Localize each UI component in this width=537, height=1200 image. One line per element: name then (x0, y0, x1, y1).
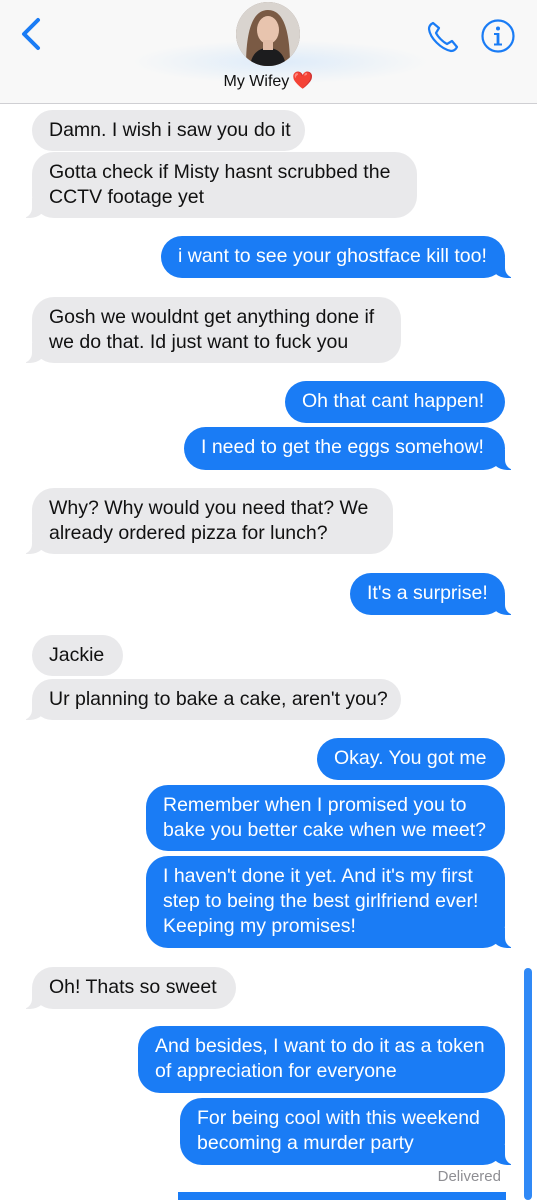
message-text: Okay. You got me (334, 747, 487, 769)
message-text-line: CCTV footage yet (49, 186, 204, 208)
message-text-line: becoming a murder party (197, 1132, 414, 1154)
message-text-line: already ordered pizza for lunch? (49, 522, 328, 544)
message-text: I need to get the eggs somehow! (201, 436, 484, 458)
phone-icon[interactable] (424, 18, 462, 56)
message-text: i want to see your ghostface kill too! (178, 245, 487, 267)
message-bubble-sent[interactable]: i want to see your ghostface kill too! (161, 236, 515, 278)
message-text-line: we do that. Id just want to fuck you (49, 331, 349, 353)
message-bubble-received[interactable]: Damn. I wish i saw you do it (32, 110, 305, 151)
message-text: Oh that cant happen! (302, 390, 485, 412)
message-text-line: step to being the best girlfriend ever! (163, 890, 479, 912)
message-text: Oh! Thats so sweet (49, 976, 217, 998)
contact-name[interactable]: My Wifey ❤️ (0, 71, 537, 92)
message-bubble-sent[interactable]: Okay. You got me (317, 738, 505, 780)
message-text-line: Gotta check if Misty hasnt scrubbed the (49, 161, 391, 183)
message-text-line: For being cool with this weekend (197, 1107, 480, 1129)
message-text-line: Remember when I promised you to (163, 794, 467, 816)
message-bubble-received[interactable]: Why? Why would you need that? We already… (22, 488, 393, 554)
message-text-line: Keeping my promises! (163, 915, 356, 937)
message-bubble-sent[interactable]: For being cool with this weekend becomin… (180, 1098, 515, 1165)
message-text: Damn. I wish i saw you do it (49, 119, 291, 141)
message-bubble-received[interactable]: Ur planning to bake a cake, aren't you? (22, 679, 401, 720)
info-icon[interactable] (480, 18, 516, 54)
message-bubble-sent[interactable]: Remember when I promised you to bake you… (146, 785, 505, 851)
message-bubble-sent[interactable]: It's a surprise! (350, 573, 515, 615)
message-text-line: of appreciation for everyone (155, 1060, 397, 1082)
message-bubble-received[interactable]: Oh! Thats so sweet (22, 967, 236, 1009)
message-text: Ur planning to bake a cake, aren't you? (49, 688, 388, 710)
message-text-line: Gosh we wouldnt get anything done if (49, 306, 375, 328)
scrollbar[interactable] (524, 968, 532, 1200)
message-bubble-received[interactable]: Jackie (32, 635, 123, 676)
message-text-line: Why? Why would you need that? We (49, 497, 369, 519)
avatar[interactable] (236, 2, 300, 66)
chevron-left-icon[interactable] (16, 16, 46, 52)
message-bubble-sent[interactable]: And besides, I want to do it as a token … (138, 1026, 505, 1093)
message-bubble-received[interactable]: Gotta check if Misty hasnt scrubbed the … (22, 152, 417, 218)
message-bubble-sent[interactable]: I need to get the eggs somehow! (184, 427, 515, 470)
delivered-status: Delivered (437, 1168, 501, 1185)
partial-message-bubble (178, 1192, 506, 1200)
message-text: Jackie (49, 644, 105, 666)
message-bubble-sent[interactable]: Oh that cant happen! (285, 381, 505, 423)
message-text-line: bake you better cake when we meet? (163, 819, 487, 841)
heart-emoji: ❤️ (292, 71, 314, 91)
conversation-header: My Wifey ❤️ (0, 0, 537, 104)
contact-name-label: My Wifey (223, 73, 290, 90)
message-text-line: I haven't done it yet. And it's my first (163, 865, 473, 887)
message-text-line: And besides, I want to do it as a token (155, 1035, 485, 1057)
message-bubble-sent[interactable]: I haven't done it yet. And it's my first… (146, 856, 515, 948)
message-text: It's a surprise! (367, 582, 488, 604)
message-bubble-received[interactable]: Gosh we wouldnt get anything done if we … (22, 297, 401, 363)
